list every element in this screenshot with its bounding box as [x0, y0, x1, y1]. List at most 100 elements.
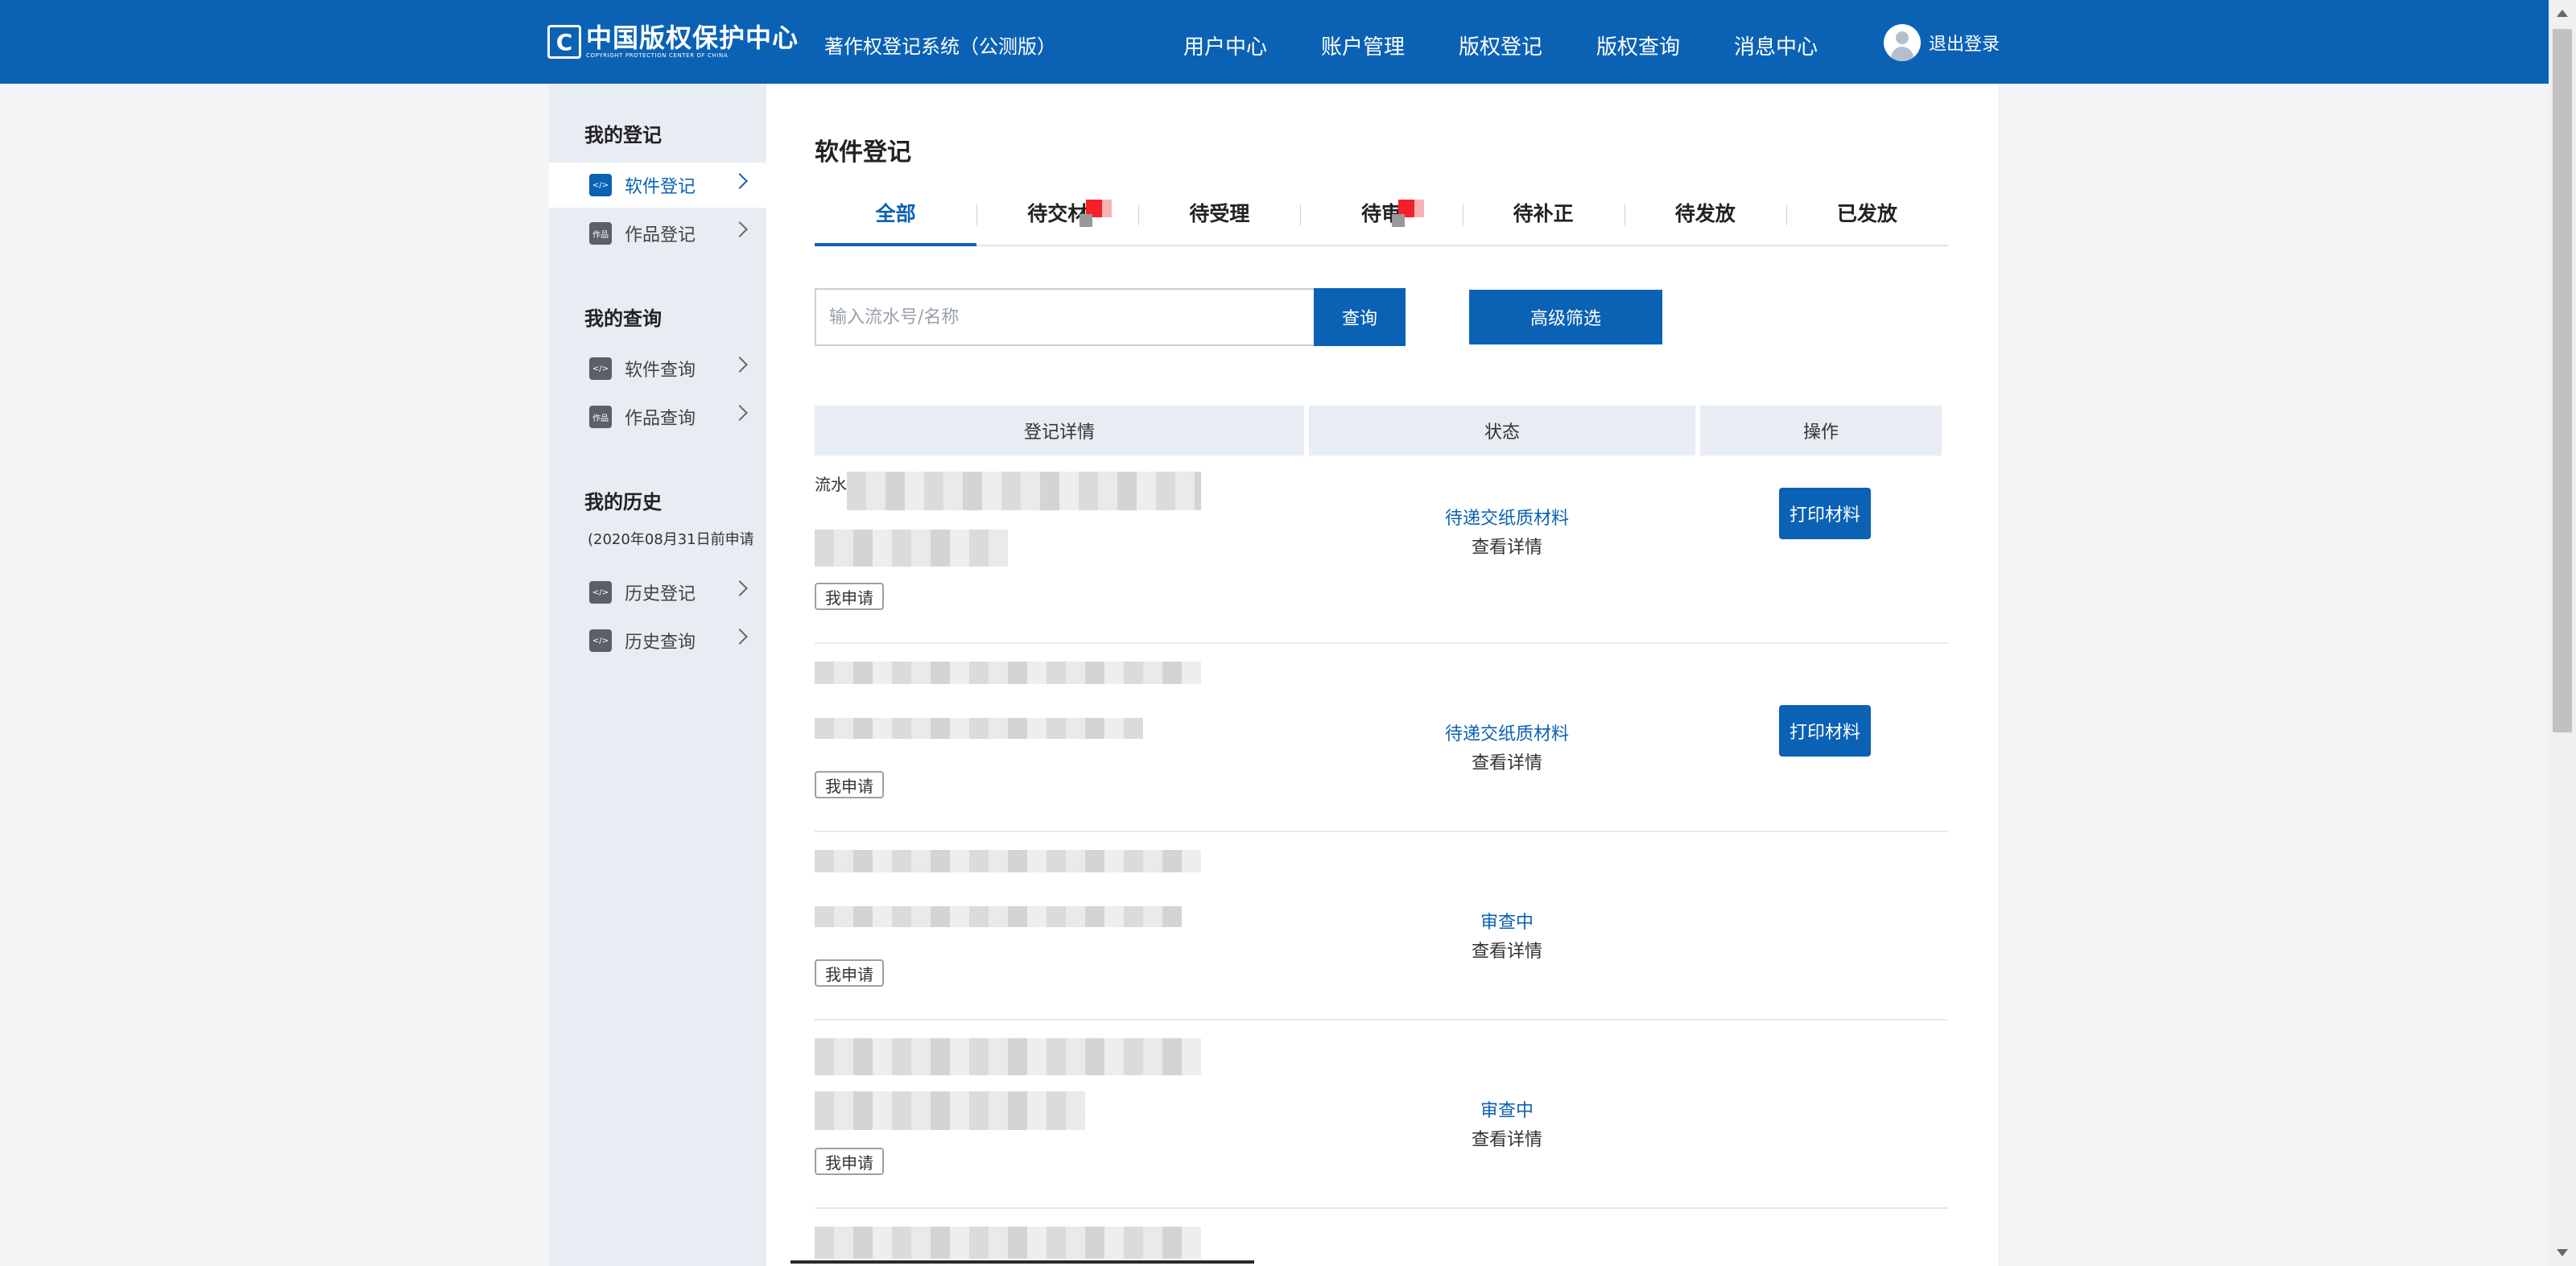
tab-pending-issue[interactable]: 待发放 [1624, 180, 1786, 245]
column-header-status: 状态 [1309, 406, 1695, 456]
table-row: 流水 我申请 待递交纸质材料 查看详情 打印材料 [815, 456, 1948, 644]
sidebar-item-label: 历史查询 [625, 633, 696, 653]
sidebar-item-works-query[interactable]: 作品 作品查询 [549, 394, 766, 439]
chevron-right-icon [732, 221, 748, 237]
notification-dot-icon [1080, 195, 1113, 227]
search-bar: 查询 [815, 288, 1406, 346]
notification-dot-icon [1392, 195, 1425, 227]
sidebar-item-software-query[interactable]: </> 软件查询 [549, 346, 766, 391]
redacted-flow-number [815, 1227, 1201, 1259]
nav-user-center[interactable]: 用户中心 [1183, 31, 1321, 60]
sidebar-group-my-queries: 我的查询 [584, 307, 662, 330]
view-details-link[interactable]: 查看详情 [1314, 533, 1700, 559]
nav-message-center[interactable]: 消息中心 [1734, 31, 1872, 60]
horizontal-scroll-indicator[interactable] [791, 1260, 1254, 1264]
sidebar-item-label: 软件查询 [625, 361, 696, 381]
status-link[interactable]: 审查中 [1314, 1096, 1700, 1122]
logout-button[interactable]: 退出登录 [1884, 24, 2000, 61]
column-header-details: 登记详情 [815, 406, 1304, 456]
sidebar-group-my-registrations: 我的登记 [584, 124, 662, 146]
main-content: 软件登记 全部 待交材 待受理 待审 待补正 待发放 已发放 查询 高级筛选 登… [766, 84, 1998, 1266]
sidebar-item-history-registration[interactable]: </> 历史登记 [549, 570, 766, 615]
tab-pending-correction[interactable]: 待补正 [1462, 180, 1624, 245]
vertical-scrollbar[interactable] [2549, 0, 2576, 1266]
logo-chinese-name: 中国版权保护中心 [586, 23, 799, 53]
sidebar-item-history-query[interactable]: </> 历史查询 [549, 618, 766, 663]
redacted-software-name [815, 530, 1008, 567]
tab-all[interactable]: 全部 [815, 180, 977, 246]
redacted-software-name [815, 1091, 1085, 1130]
applicant-tag: 我申请 [815, 583, 884, 610]
column-header-actions: 操作 [1700, 406, 1942, 456]
advanced-filter-button[interactable]: 高级筛选 [1469, 290, 1662, 344]
chevron-right-icon [732, 580, 748, 596]
logout-label: 退出登录 [1929, 35, 2000, 55]
applicant-tag: 我申请 [815, 1148, 884, 1175]
system-title: 著作权登记系统（公测版） [824, 35, 1056, 58]
table-row: 我申请 审查中 查看详情 [815, 1021, 1948, 1209]
chevron-right-icon [732, 405, 748, 421]
table-row: 我申请 审查中 查看详情 [815, 832, 1948, 1021]
status-tabs: 全部 待交材 待受理 待审 待补正 待发放 已发放 [815, 180, 1948, 246]
redacted-software-name [815, 718, 1143, 739]
software-icon: </> [589, 174, 612, 196]
sidebar-item-label: 作品登记 [625, 225, 696, 245]
sidebar-item-works-registration[interactable]: 作品 作品登记 [549, 211, 766, 256]
view-details-link[interactable]: 查看详情 [1314, 1125, 1700, 1151]
logo-text: 中国版权保护中心 COPYRIGHT PROTECTION CENTER OF … [586, 24, 799, 60]
main-nav: 用户中心 账户管理 版权登记 版权查询 消息中心 [1183, 31, 1872, 60]
status-link[interactable]: 审查中 [1314, 908, 1700, 934]
tab-pending-materials[interactable]: 待交材 [976, 180, 1138, 245]
software-icon: </> [589, 629, 612, 652]
tab-pending-acceptance[interactable]: 待受理 [1138, 180, 1300, 245]
applicant-tag: 我申请 [815, 771, 884, 798]
print-materials-button[interactable]: 打印材料 [1779, 488, 1871, 539]
sidebar-item-software-registration[interactable]: </> 软件登记 [549, 163, 766, 208]
redacted-flow-number [815, 1038, 1201, 1075]
top-navigation-bar: C 中国版权保护中心 COPYRIGHT PROTECTION CENTER O… [0, 0, 2576, 84]
redacted-flow-number [815, 850, 1201, 872]
works-icon: 作品 [589, 222, 612, 245]
search-input[interactable] [815, 288, 1314, 346]
software-icon: </> [589, 357, 612, 380]
view-details-link[interactable]: 查看详情 [1314, 748, 1700, 774]
software-icon: </> [589, 581, 612, 604]
works-icon: 作品 [589, 406, 612, 428]
scrollbar-thumb[interactable] [2553, 29, 2572, 732]
page-title: 软件登记 [815, 138, 911, 167]
sidebar-item-label: 历史登记 [625, 584, 696, 604]
redacted-flow-number [815, 662, 1201, 684]
print-materials-button[interactable]: 打印材料 [1779, 705, 1871, 757]
copyright-icon: C [547, 25, 581, 59]
chevron-right-icon [732, 173, 748, 189]
cpcc-logo[interactable]: C 中国版权保护中心 COPYRIGHT PROTECTION CENTER O… [547, 23, 799, 61]
chevron-right-icon [732, 629, 748, 645]
tab-label: 待交材 [1027, 202, 1088, 225]
table-row [815, 1209, 1948, 1266]
status-link[interactable]: 待递交纸质材料 [1314, 504, 1700, 530]
logo-english-name: COPYRIGHT PROTECTION CENTER OF CHINA [586, 52, 729, 59]
chevron-right-icon [732, 357, 748, 373]
sidebar: 我的登记 </> 软件登记 作品 作品登记 我的查询 </> 软件查询 作品 作… [549, 84, 766, 1266]
tab-pending-review[interactable]: 待审 [1300, 180, 1462, 245]
table-header: 登记详情 状态 操作 [815, 406, 1942, 456]
user-avatar-icon [1884, 24, 1921, 61]
sidebar-item-label: 作品查询 [625, 409, 696, 429]
sidebar-group-my-history: 我的历史 [584, 491, 662, 513]
flow-number-label: 流水 [815, 475, 847, 494]
history-note: (2020年08月31日前申请 [588, 531, 754, 548]
table-row: 我申请 待递交纸质材料 查看详情 打印材料 [815, 644, 1948, 832]
scroll-down-arrow-icon[interactable] [2557, 1249, 2568, 1256]
tab-issued[interactable]: 已发放 [1785, 180, 1948, 245]
applicant-tag: 我申请 [815, 959, 884, 987]
status-link[interactable]: 待递交纸质材料 [1314, 720, 1700, 745]
nav-account-management[interactable]: 账户管理 [1321, 31, 1459, 60]
view-details-link[interactable]: 查看详情 [1314, 937, 1700, 963]
redacted-software-name [815, 906, 1182, 927]
nav-copyright-registration[interactable]: 版权登记 [1459, 31, 1596, 60]
search-button[interactable]: 查询 [1314, 288, 1406, 346]
sidebar-item-label: 软件登记 [625, 177, 696, 197]
nav-copyright-query[interactable]: 版权查询 [1596, 31, 1734, 60]
scroll-up-arrow-icon[interactable] [2557, 10, 2568, 17]
redacted-flow-number [847, 472, 1201, 510]
